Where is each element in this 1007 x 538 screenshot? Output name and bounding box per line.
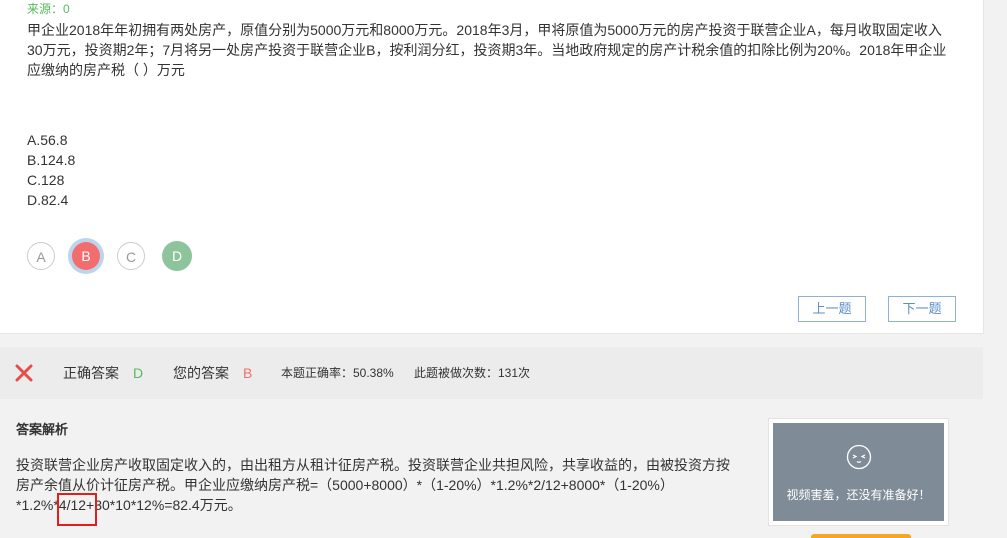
choice-a-button[interactable]: A xyxy=(27,242,55,270)
analysis-text: 投资联营企业房产收取固定收入的，由出租方从租计征房产税。投资联营企业共担风险，共… xyxy=(16,457,730,513)
question-source: 来源：0 xyxy=(27,2,70,16)
close-icon xyxy=(15,364,33,382)
correct-answer-label: 正确答案 xyxy=(63,365,119,381)
options-list: A.56.8 B.124.8 C.128 D.82.4 xyxy=(27,130,75,210)
attempt-count: 此题被做次数：131次 xyxy=(414,366,531,380)
choice-d-button[interactable]: D xyxy=(162,241,192,271)
analysis-title: 答案解析 xyxy=(16,422,69,437)
video-panel[interactable]: 视频害羞，还没有准备好！ xyxy=(768,418,949,526)
option-d: D.82.4 xyxy=(27,192,69,208)
video-message: 视频害羞，还没有准备好！ xyxy=(786,488,931,502)
option-a: A.56.8 xyxy=(27,132,68,148)
question-text: 甲企业2018年年初拥有两处房产，原值分别为5000万元和8000万元。2018… xyxy=(27,22,947,78)
option-c: C.128 xyxy=(27,172,65,188)
highlight-box xyxy=(57,493,97,526)
your-answer-value: B xyxy=(243,365,253,381)
shy-face-icon xyxy=(846,444,872,470)
action-button-edge[interactable] xyxy=(811,534,911,538)
prev-question-button[interactable]: 上一题 xyxy=(798,296,866,322)
choice-c-button[interactable]: C xyxy=(117,242,145,270)
choice-b-button[interactable]: B xyxy=(72,242,100,270)
question-card: 来源：0 甲企业2018年年初拥有两处房产，原值分别为5000万元和8000万元… xyxy=(0,0,984,334)
correct-answer-value: D xyxy=(133,365,144,381)
next-question-button[interactable]: 下一题 xyxy=(888,296,956,322)
video-placeholder: 视频害羞，还没有准备好！ xyxy=(773,423,944,521)
result-bar: 正确答案 D 您的答案 B 本题正确率：50.38% 此题被做次数：131次 xyxy=(0,347,983,399)
correct-rate: 本题正确率：50.38% xyxy=(281,366,394,380)
option-b: B.124.8 xyxy=(27,152,76,168)
your-answer-label: 您的答案 xyxy=(173,365,229,381)
